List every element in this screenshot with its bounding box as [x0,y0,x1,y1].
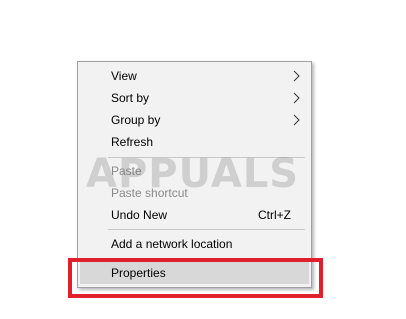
menu-item-undo-new[interactable]: Undo New Ctrl+Z [80,204,309,226]
menu-item-view[interactable]: View [80,65,309,87]
menu-item-add-network-location-label: Add a network location [111,237,233,251]
menu-separator [108,258,305,259]
menu-separator [108,157,305,158]
menu-item-add-network-location[interactable]: Add a network location [80,233,309,255]
chevron-right-icon [293,70,300,82]
desktop-context-menu: View Sort by Group by Refresh Paste Past… [77,61,312,288]
menu-item-paste[interactable]: Paste [80,160,309,182]
menu-item-paste-label: Paste [111,164,142,178]
menu-item-sort-by-label: Sort by [111,91,150,105]
menu-item-group-by-label: Group by [111,113,161,127]
menu-item-sort-by[interactable]: Sort by [80,87,309,109]
chevron-right-icon [293,92,300,104]
menu-item-properties[interactable]: Properties [80,262,309,284]
menu-item-undo-new-shortcut: Ctrl+Z [258,208,291,222]
menu-item-paste-shortcut[interactable]: Paste shortcut [80,182,309,204]
menu-item-paste-shortcut-label: Paste shortcut [111,186,188,200]
chevron-right-icon [293,114,300,126]
menu-separator [108,229,305,230]
menu-item-group-by[interactable]: Group by [80,109,309,131]
menu-item-undo-new-label: Undo New [111,208,168,222]
menu-item-view-label: View [111,69,137,83]
menu-item-refresh-label: Refresh [111,135,154,149]
menu-item-properties-label: Properties [111,266,166,280]
menu-item-refresh[interactable]: Refresh [80,131,309,153]
